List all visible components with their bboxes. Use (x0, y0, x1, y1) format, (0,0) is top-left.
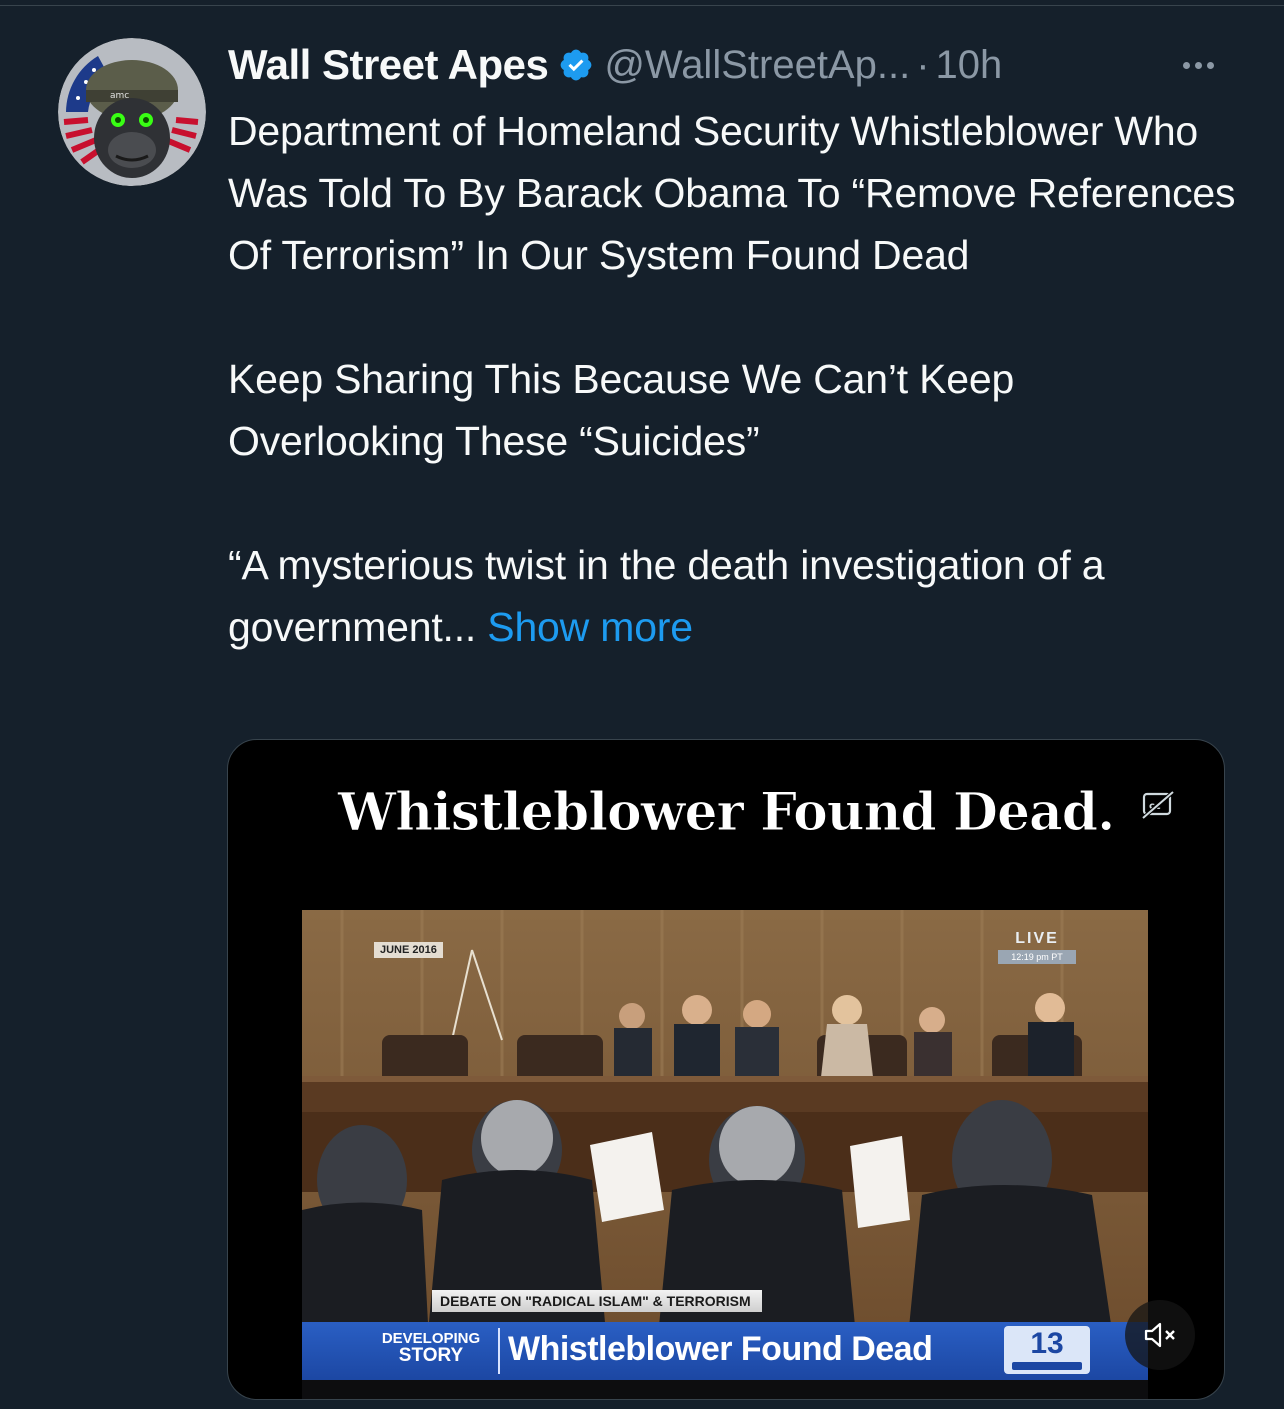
verified-badge-icon[interactable] (558, 47, 594, 83)
tweet-paragraph-2: Keep Sharing This Because We Can’t Keep … (228, 356, 1015, 464)
developing-story-tag: DEVELOPING STORY (368, 1330, 494, 1366)
station-logo: 13 (1004, 1326, 1090, 1374)
ticker-headline: Whistleblower Found Dead (508, 1330, 933, 1368)
video-frame[interactable]: JUNE 2016 LIVE 12:19 pm PT DEBATE ON "RA… (302, 910, 1148, 1399)
news-ticker: DEVELOPING STORY Whistleblower Found Dea… (302, 1322, 1148, 1380)
ticker-divider (498, 1328, 500, 1374)
date-stamp: JUNE 2016 (374, 942, 443, 958)
more-dot (1206, 61, 1214, 69)
more-dot (1194, 61, 1202, 69)
timestamp[interactable]: 10h (936, 43, 1003, 88)
closed-captions-off-icon[interactable]: cc (1141, 790, 1175, 820)
more-dot (1182, 61, 1190, 69)
tweet-header: Wall Street Apes @WallStreetAp... · 10h (228, 36, 1228, 94)
show-more-link[interactable]: Show more (487, 604, 693, 650)
gorilla-helmet-avatar-icon: amc (58, 38, 206, 186)
tweet-paragraph-1: Department of Homeland Security Whistleb… (228, 108, 1236, 278)
live-label: LIVE (1015, 930, 1059, 947)
station-sub-bar (1012, 1362, 1082, 1370)
avatar[interactable]: amc (58, 38, 206, 186)
video-caption: Whistleblower Found Dead. (337, 782, 1115, 844)
live-time: 12:19 pm PT (998, 950, 1076, 964)
handle[interactable]: @WallStreetAp... (604, 43, 910, 88)
more-horizontal-icon[interactable] (1172, 36, 1224, 94)
volume-muted-icon (1144, 1322, 1175, 1348)
mute-button[interactable] (1125, 1300, 1195, 1370)
separator-dot: · (916, 42, 930, 87)
station-number: 13 (1030, 1327, 1064, 1360)
lower-third-banner: DEBATE ON "RADICAL ISLAM" & TERRORISM (432, 1290, 762, 1312)
tweet-paragraph-3: “A mysterious twist in the death investi… (228, 534, 1238, 658)
video-player[interactable]: Whistleblower Found Dead. cc (227, 739, 1225, 1400)
top-divider (0, 5, 1284, 6)
display-name[interactable]: Wall Street Apes (228, 41, 549, 89)
story-label: STORY (398, 1345, 464, 1366)
tweet-text: Department of Homeland Security Whistleb… (228, 100, 1238, 658)
